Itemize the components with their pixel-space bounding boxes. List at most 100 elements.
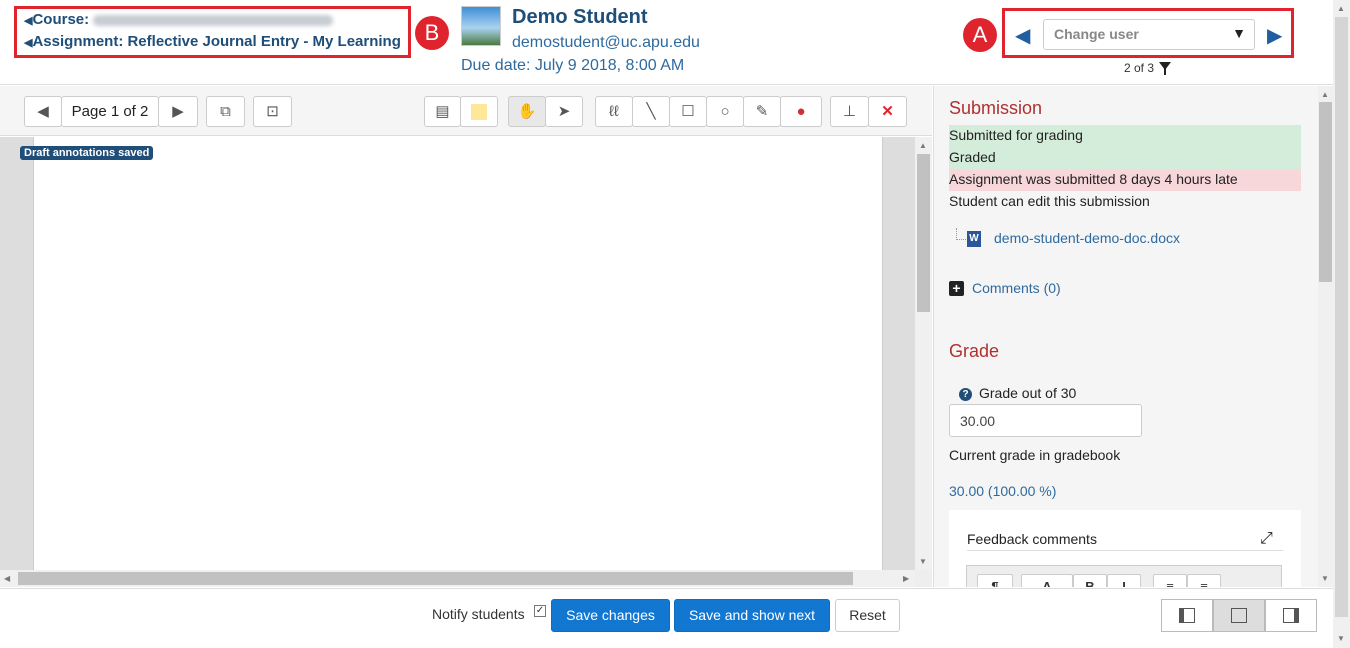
assignment-link[interactable]: ◀Assignment: Reflective Journal Entry - … [24, 33, 401, 50]
scrollbar-thumb[interactable] [1335, 17, 1348, 617]
reset-button[interactable]: Reset [835, 599, 900, 632]
layout-right-button[interactable] [1265, 599, 1317, 632]
stamp-button[interactable]: ⊥ [830, 96, 869, 127]
course-link[interactable]: ◀Course: [24, 11, 334, 28]
feedback-card: Feedback comments ⤢ ¶ A B I ≡ ≡ [949, 510, 1301, 587]
layout-split-icon [1231, 608, 1247, 623]
change-user-select[interactable]: Change user ▼ [1043, 19, 1255, 50]
scroll-down-icon[interactable]: ▼ [1321, 574, 1329, 583]
comment-icon: ▤ [435, 103, 450, 120]
header: ◀Course: ◀Assignment: Reflective Journal… [0, 0, 1333, 85]
file-tree-connector [956, 228, 966, 240]
scroll-up-icon[interactable]: ▲ [1337, 4, 1345, 13]
annotation-color-button[interactable]: ● [780, 96, 822, 127]
pen-icon: ℓℓ [609, 103, 619, 120]
panel-scrollbar[interactable]: ▲ ▼ [1318, 86, 1333, 587]
avatar [461, 6, 501, 46]
scroll-up-icon[interactable]: ▲ [919, 141, 927, 150]
italic-icon: I [1122, 579, 1126, 587]
pen-button[interactable]: ℓℓ [595, 96, 633, 127]
editor-toolbar: ¶ A B I ≡ ≡ [966, 565, 1282, 587]
scroll-up-icon[interactable]: ▲ [1321, 90, 1329, 99]
next-page-button[interactable]: ▶ [158, 96, 198, 127]
stamp-icon: ⊥ [842, 103, 857, 120]
document-page[interactable] [33, 137, 883, 570]
expand-comments-icon[interactable]: + [949, 281, 964, 296]
scroll-down-icon[interactable]: ▼ [1337, 634, 1345, 643]
scroll-down-icon[interactable]: ▼ [919, 557, 927, 566]
pan-hand-icon: ✋ [517, 103, 537, 120]
search-comments-button[interactable]: ⧉ [206, 96, 245, 127]
next-page-icon: ▶ [172, 103, 184, 120]
page-select[interactable]: Page 1 of 2 [61, 96, 159, 127]
numbered-list-button[interactable]: ≡ [1187, 574, 1221, 587]
line-button[interactable]: ╲ [632, 96, 670, 127]
chevron-down-icon: ▼ [1232, 25, 1246, 41]
draft-status-badge: Draft annotations saved [20, 146, 154, 160]
status-graded: Graded [949, 147, 1301, 169]
prev-page-icon: ◀ [37, 103, 49, 120]
layout-split-button[interactable] [1213, 599, 1265, 632]
page-area: Draft annotations saved [0, 137, 915, 570]
delete-button[interactable]: ✕ [868, 96, 907, 127]
viewer-vertical-scrollbar[interactable]: ▲ ▼ [915, 137, 932, 570]
viewer-horizontal-scrollbar[interactable]: ◀ ▶ [0, 570, 915, 587]
scrollbar-thumb[interactable] [18, 572, 853, 585]
scroll-right-icon[interactable]: ▶ [903, 574, 909, 583]
line-icon: ╲ [646, 103, 656, 120]
font-button[interactable]: A [1021, 574, 1073, 587]
paragraph-icon: ¶ [991, 579, 999, 587]
breadcrumb: ◀Course: ◀Assignment: Reflective Journal… [14, 6, 411, 58]
submission-heading: Submission [949, 98, 1043, 118]
help-icon[interactable]: ? [959, 388, 972, 401]
select-pointer-icon: ➤ [557, 103, 571, 120]
rectangle-icon: ☐ [681, 103, 695, 120]
scroll-left-icon[interactable]: ◀ [4, 574, 10, 583]
bold-button[interactable]: B [1073, 574, 1107, 587]
annotation-toolbar: ◀ Page 1 of 2 ▶ ⧉ ⊡ ▤ ✋ ➤ ℓℓ ╲ ☐ ○ ✎ ● ⊥… [0, 86, 932, 136]
bullet-list-button[interactable]: ≡ [1153, 574, 1187, 587]
pan-button[interactable]: ✋ [508, 96, 546, 127]
comment-color-button[interactable] [460, 96, 498, 127]
feedback-label: Feedback comments [967, 531, 1097, 547]
save-button[interactable]: Save changes [551, 599, 670, 632]
submission-file-link[interactable]: demo-student-demo-doc.docx [994, 230, 1180, 246]
grading-panel: Submission Submitted for grading Graded … [933, 86, 1318, 587]
notify-label: Notify students [432, 606, 525, 622]
expand-icon: ⊡ [266, 103, 279, 120]
comments-link[interactable]: Comments (0) [972, 280, 1061, 296]
status-editable: Student can edit this submission [949, 193, 1150, 209]
layout-left-icon [1179, 608, 1195, 623]
student-email: demostudent@uc.apu.edu [512, 34, 700, 51]
page-scrollbar[interactable]: ▲ ▼ [1333, 0, 1350, 648]
save-and-next-button[interactable]: Save and show next [674, 599, 830, 632]
current-grade-link[interactable]: 30.00 (100.00 %) [949, 483, 1056, 499]
fullscreen-icon[interactable]: ⤢ [1260, 530, 1273, 548]
select-button[interactable]: ➤ [545, 96, 583, 127]
highlighter-icon: ✎ [755, 103, 769, 120]
student-name[interactable]: Demo Student [512, 6, 648, 29]
due-date: Due date: July 9 2018, 8:00 AM [461, 57, 685, 74]
grade-input[interactable]: 30.00 [949, 404, 1142, 437]
previous-user-icon[interactable]: ◀ [1015, 23, 1030, 48]
oval-button[interactable]: ○ [706, 96, 744, 127]
color-swatch-icon [471, 104, 487, 121]
comment-button[interactable]: ▤ [424, 96, 461, 127]
scrollbar-thumb[interactable] [1319, 102, 1332, 282]
layout-right-icon [1283, 608, 1299, 623]
status-late: Assignment was submitted 8 days 4 hours … [949, 169, 1301, 191]
italic-button[interactable]: I [1107, 574, 1141, 587]
expand-button[interactable]: ⊡ [253, 96, 292, 127]
next-user-icon[interactable]: ▶ [1267, 23, 1282, 48]
layout-left-button[interactable] [1161, 599, 1213, 632]
course-name-redacted [93, 14, 334, 26]
prev-page-button[interactable]: ◀ [24, 96, 62, 127]
notify-checkbox[interactable]: ✓ [534, 605, 546, 617]
highlighter-button[interactable]: ✎ [743, 96, 781, 127]
filter-icon[interactable] [1159, 62, 1171, 75]
grade-out-of-label: Grade out of 30 [979, 385, 1077, 401]
paragraph-style-button[interactable]: ¶ [977, 574, 1013, 587]
document-viewer: Draft annotations saved ▲ ▼ ◀ ▶ [0, 137, 932, 587]
scrollbar-thumb[interactable] [917, 154, 930, 312]
rectangle-button[interactable]: ☐ [669, 96, 707, 127]
